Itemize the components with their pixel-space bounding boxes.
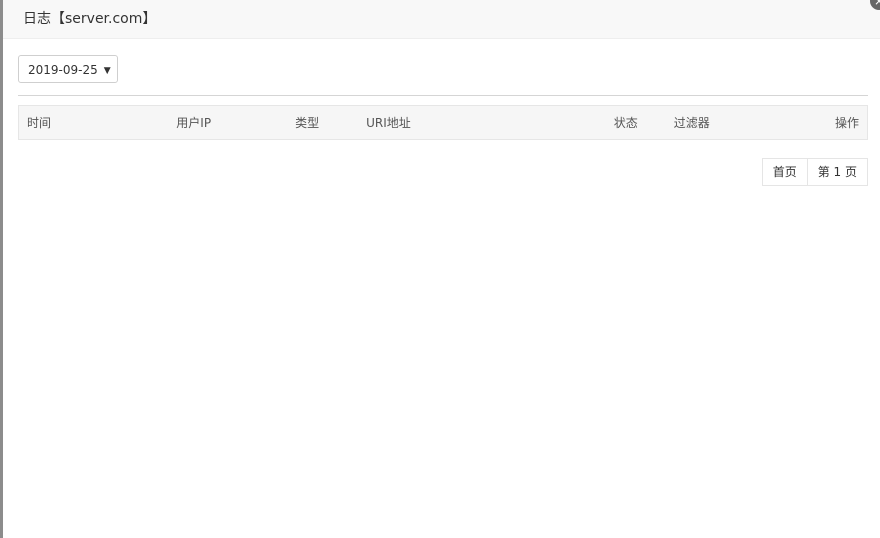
first-page-button[interactable]: 首页	[761, 158, 808, 186]
log-table: 时间 用户IP 类型 URI地址 状态 过滤器 操作	[18, 105, 868, 140]
table-header-row: 时间 用户IP 类型 URI地址 状态 过滤器 操作	[18, 105, 868, 140]
current-page-button[interactable]: 第 1 页	[807, 158, 868, 186]
pagination: 首页 第 1 页	[761, 158, 868, 186]
column-header-status[interactable]: 状态	[613, 105, 674, 140]
dialog-header: 日志【server.com】	[3, 0, 880, 39]
filter-toolbar: 2019-09-25 ▼	[18, 55, 868, 96]
date-select-value: 2019-09-25	[28, 63, 98, 77]
column-header-filter[interactable]: 过滤器	[673, 105, 784, 140]
column-header-user-ip[interactable]: 用户IP	[176, 105, 296, 140]
dialog-title: 日志【server.com】	[23, 11, 157, 27]
column-header-time[interactable]: 时间	[18, 105, 177, 140]
column-header-type[interactable]: 类型	[295, 105, 367, 140]
date-select[interactable]: 2019-09-25 ▼	[18, 55, 118, 83]
column-header-uri[interactable]: URI地址	[366, 105, 614, 140]
column-header-actions[interactable]: 操作	[783, 105, 868, 140]
chevron-down-icon: ▼	[103, 66, 111, 76]
log-dialog: 日志【server.com】 × 2019-09-25 ▼ 时间 用户IP 类型 …	[3, 0, 880, 538]
